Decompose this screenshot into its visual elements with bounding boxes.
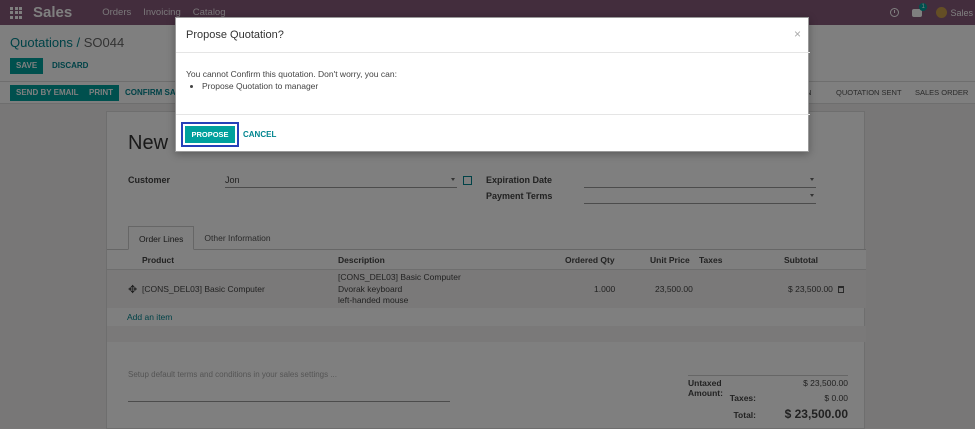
propose-quotation-dialog: Propose Quotation? × You cannot Confirm … bbox=[175, 17, 810, 153]
dialog-option: Propose Quotation to manager bbox=[202, 81, 397, 91]
dialog-options-list: Propose Quotation to manager bbox=[202, 81, 397, 91]
propose-button-focus-ring: PROPOSE bbox=[181, 122, 239, 147]
dialog-title: Propose Quotation? bbox=[186, 29, 284, 41]
propose-button[interactable]: PROPOSE bbox=[185, 126, 235, 143]
dialog-header: Propose Quotation? × bbox=[176, 18, 810, 53]
dialog-body: You cannot Confirm this quotation. Don't… bbox=[186, 69, 397, 91]
close-icon[interactable]: × bbox=[794, 27, 801, 41]
cancel-button[interactable]: CANCEL bbox=[243, 130, 276, 139]
dialog-message: You cannot Confirm this quotation. Don't… bbox=[186, 69, 397, 79]
dialog-footer: PROPOSE CANCEL bbox=[176, 114, 810, 153]
